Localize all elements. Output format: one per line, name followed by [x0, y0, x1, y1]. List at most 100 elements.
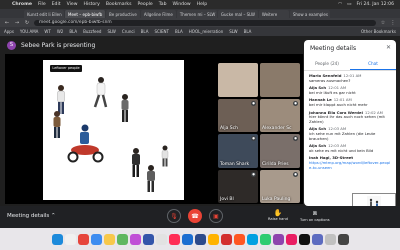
mic-muted-icon: ● — [293, 136, 298, 141]
close-icon[interactable]: ✕ — [386, 44, 391, 51]
camera-off-icon[interactable]: ▣ — [209, 209, 223, 223]
dock-app-icon[interactable] — [116, 233, 128, 245]
menu-kebab-icon[interactable]: ⋮ — [390, 20, 396, 26]
participant-tile[interactable]: ● Alexander Sc — [260, 98, 300, 132]
menu-view[interactable]: View — [67, 2, 78, 7]
presenting-banner: S Sebee Park is presenting — [0, 36, 300, 54]
participant-tile[interactable]: ● Alja Sch — [218, 98, 258, 132]
raise-hand-button[interactable]: ✋ Raise hand — [268, 209, 288, 221]
participant-tile[interactable] — [218, 63, 258, 97]
browser-tab[interactable]: Weitere — [258, 10, 289, 18]
menu-file[interactable]: File — [38, 2, 46, 7]
dock-app-icon[interactable] — [168, 233, 180, 245]
hang-up-button[interactable]: ☎ — [188, 209, 202, 223]
bookmark[interactable]: Crunci — [122, 29, 135, 34]
participant-tile[interactable]: ● Luka Pauling — [260, 169, 300, 203]
menu-clock[interactable]: Fri 24. Jan 12:06 — [357, 2, 394, 7]
bookmark[interactable]: WT — [44, 29, 50, 34]
bookmark[interactable]: BLA — [175, 29, 183, 34]
participant-name: Alexander Sc — [262, 126, 292, 131]
browser-tab[interactable]: Allgeline Filme — [140, 10, 176, 18]
meeting-controls-bar: Meeting details ⌃ 🎙 ☎ ▣ ✋ Raise hand ⧈ T… — [0, 206, 400, 228]
battery-icon[interactable]: ▭ — [347, 2, 351, 7]
bookmark[interactable]: BLA — [69, 29, 77, 34]
dock-app-icon[interactable] — [64, 233, 76, 245]
bookmark[interactable]: SLW — [107, 29, 115, 34]
menu-history[interactable]: History — [83, 2, 99, 7]
participant-tile[interactable]: ● Cirilda Pries — [260, 134, 300, 168]
dock-app-icon[interactable] — [90, 233, 102, 245]
menu-bookmarks[interactable]: Bookmarks — [106, 2, 132, 7]
meeting-details-button[interactable]: Meeting details ⌃ — [7, 213, 56, 219]
message-link[interactable]: https://mtmp.org/map/wordl/leftover-peop… — [309, 160, 391, 170]
other-bookmarks[interactable]: Other Bookmarks — [361, 29, 396, 34]
dock-app-icon[interactable] — [337, 233, 349, 245]
mic-off-icon[interactable]: 🎙 — [167, 209, 181, 223]
shared-slide: Leftover people — [43, 60, 184, 200]
bookmark[interactable]: SCIENT — [154, 29, 168, 34]
browser-tab[interactable]: Kunst edit li Ellen — [24, 10, 64, 18]
dock-app-icon[interactable] — [207, 233, 219, 245]
meeting-details-panel: Meeting details ✕ People (24) Chat Mario… — [304, 40, 396, 206]
bookmark[interactable]: SLW — [229, 29, 237, 34]
mic-muted-icon: ● — [293, 171, 298, 177]
dock-app-icon[interactable] — [142, 233, 154, 245]
dock-app-icon[interactable] — [194, 233, 206, 245]
mic-muted-icon: ● — [251, 136, 256, 141]
menu-window[interactable]: Window — [173, 2, 191, 7]
participant-name: Toman Shark — [220, 161, 250, 167]
bookmark[interactable]: YOU.AMA — [20, 29, 39, 34]
captions-button[interactable]: ⧈ Turn on captions — [300, 209, 330, 222]
menu-edit[interactable]: Edit — [52, 2, 61, 7]
tab-chat[interactable]: Chat — [350, 59, 396, 70]
participant-name: Cirilda Pries — [262, 161, 289, 167]
bookmark[interactable]: W2 — [57, 29, 64, 34]
tab-people[interactable]: People (24) — [304, 59, 350, 70]
dock-app-icon[interactable] — [298, 233, 310, 245]
menu-people[interactable]: People — [137, 2, 152, 7]
bookmark[interactable]: Buzzfeed — [83, 29, 101, 34]
message-text: bei mir läuft es gar nicht — [309, 89, 356, 95]
browser-tab[interactable]: Gucke mal – SLW — [217, 10, 258, 18]
star-icon[interactable]: ☆ — [380, 20, 386, 26]
bookmark[interactable]: BLA — [244, 29, 252, 34]
browser-tab[interactable]: Show a examples — [289, 10, 330, 18]
dock-app-icon[interactable] — [103, 233, 115, 245]
dock-app-icon[interactable] — [181, 233, 193, 245]
mic-muted-icon: ● — [293, 100, 298, 106]
back-icon[interactable]: ← — [4, 20, 10, 26]
forward-icon[interactable]: → — [14, 20, 20, 26]
dock-app-icon[interactable] — [246, 233, 258, 245]
dock-app-icon[interactable] — [155, 233, 167, 245]
dock-app-icon[interactable] — [259, 233, 271, 245]
chat-message: Alja Sch 12:01 AM bei mir läuft es gar ni… — [309, 85, 391, 95]
dock-app-icon[interactable] — [272, 233, 284, 245]
chat-message: Alja Sch 12:03 AM ich sehe nun mit Zahlen… — [309, 127, 391, 141]
dock-app-icon[interactable] — [51, 233, 63, 245]
browser-tab[interactable]: Themen mi – SLW — [176, 10, 217, 18]
menu-tab[interactable]: Tab — [159, 2, 167, 7]
chat-message: Alja Sch 12:03 AM ok sehe es mit nicht un… — [309, 143, 391, 153]
reload-icon[interactable]: ↻ — [24, 20, 30, 26]
dock-app-icon[interactable] — [220, 233, 232, 245]
bookmark[interactable]: BLA — [141, 29, 149, 34]
dock-app-icon[interactable] — [285, 233, 297, 245]
address-bar[interactable]: meet.google.com/epb-biwfb-snm — [34, 19, 376, 26]
dock-app-icon[interactable] — [233, 233, 245, 245]
dock-app-icon[interactable] — [311, 233, 323, 245]
bookmark[interactable]: Apps — [4, 29, 14, 34]
browser-tab-active[interactable]: Meet – epb-biwfb — [65, 10, 105, 18]
dock-app-icon[interactable] — [324, 233, 336, 245]
browser-tab[interactable]: Be productive — [106, 10, 140, 18]
menu-app-name[interactable]: Chrome — [12, 2, 32, 7]
bookmark[interactable]: HOOL_reierration — [189, 29, 223, 34]
dock-app-icon[interactable] — [77, 233, 89, 245]
participant-tile[interactable]: ● Jovi Bl — [218, 169, 258, 203]
message-text: sameras ausmachen? — [309, 77, 351, 83]
wifi-icon[interactable]: ◠ — [338, 2, 342, 7]
participant-tile[interactable] — [260, 63, 300, 97]
chat-message: Inah Hagl, 3D-Street https://mtmp.org/ma… — [309, 156, 391, 170]
dock-app-icon[interactable] — [129, 233, 141, 245]
menu-help[interactable]: Help — [197, 2, 207, 7]
participant-tile[interactable]: ● Toman Shark — [218, 134, 258, 168]
